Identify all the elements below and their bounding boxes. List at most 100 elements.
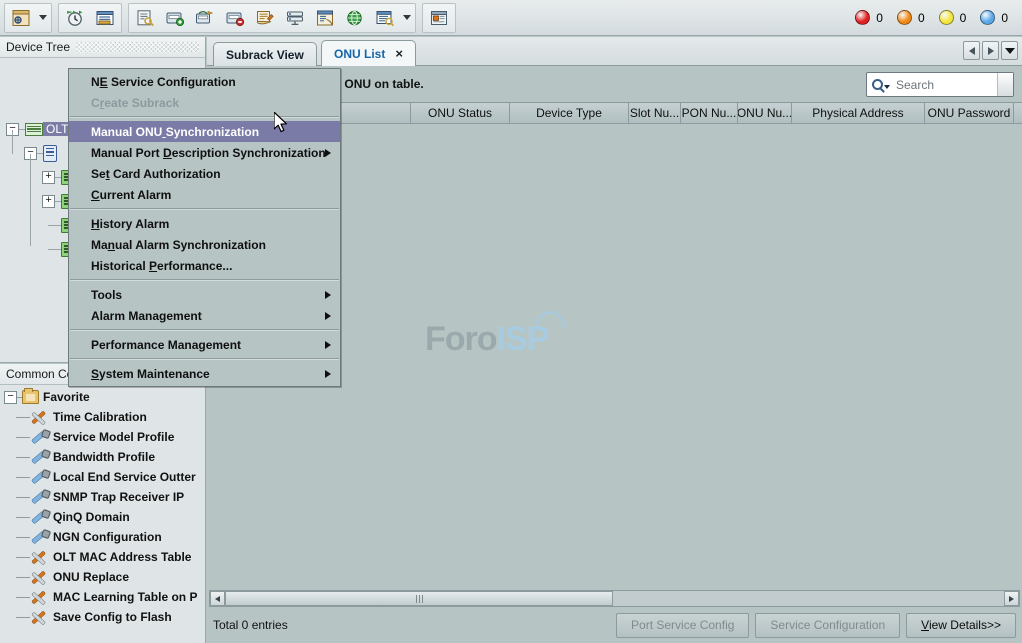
time-calibration-icon[interactable] [61, 5, 89, 31]
wrench-icon [32, 490, 49, 505]
horizontal-scrollbar[interactable] [209, 590, 1020, 607]
report-icon[interactable] [371, 5, 399, 31]
menu-item-system-maintenance[interactable]: System Maintenance [69, 363, 340, 384]
menu-item-manual-onu-synchronization[interactable]: Manual ONU Synchronization [69, 121, 340, 142]
column-header-slot-nu[interactable]: Slot Nu... [629, 102, 681, 124]
tab-list-dropdown-button[interactable] [1001, 41, 1018, 60]
warning-alarm-indicator-dot-icon [980, 10, 995, 25]
network-globe-icon[interactable] [341, 5, 369, 31]
tab-close-icon[interactable]: × [395, 47, 403, 60]
menu-item-set-card-authorization[interactable]: Set Card Authorization [69, 163, 340, 184]
main-toolbar: 0000 [0, 0, 1022, 36]
toolbar-dropdown-arrow-icon[interactable] [400, 5, 414, 31]
menu-item-label: Tools [91, 288, 122, 302]
command-item[interactable]: Save Config to Flash [0, 607, 205, 627]
major-alarm-indicator[interactable]: 0 [897, 10, 925, 25]
minor-alarm-indicator[interactable]: 0 [939, 10, 967, 25]
alarm-summary: 0000 [841, 10, 1022, 25]
menu-item-ne-service-configuration[interactable]: NE Service Configuration [69, 71, 340, 92]
tools-icon [32, 590, 49, 605]
column-header-physical-address[interactable]: Physical Address [792, 102, 925, 124]
server-icon[interactable] [281, 5, 309, 31]
tab-onu-list[interactable]: ONU List × [321, 40, 416, 66]
column-header-blank-8[interactable] [1014, 102, 1022, 124]
discover-device-icon[interactable] [191, 5, 219, 31]
tree-node-olt[interactable]: − OLT [6, 120, 71, 138]
tree-expander-card-1[interactable]: + [42, 171, 55, 184]
favorite-expander[interactable]: − [4, 391, 17, 404]
command-item[interactable]: QinQ Domain [0, 507, 205, 527]
toolbar-dropdown-arrow-icon[interactable] [36, 5, 50, 31]
command-item-label: NGN Configuration [53, 530, 162, 544]
panel-drag-grip[interactable] [76, 42, 199, 53]
command-item[interactable]: Time Calibration [0, 407, 205, 427]
menu-item-label: History Alarm [91, 217, 169, 231]
column-header-label: Slot Nu... [630, 106, 679, 120]
command-item[interactable]: SNMP Trap Receiver IP [0, 487, 205, 507]
command-item[interactable]: ONU Replace [0, 567, 205, 587]
warning-alarm-indicator[interactable]: 0 [980, 10, 1008, 25]
database-icon[interactable] [311, 5, 339, 31]
device-config-icon[interactable] [251, 5, 279, 31]
folder-icon [22, 390, 39, 404]
wrench-icon [32, 510, 49, 525]
tree-node-subrack[interactable]: − [24, 144, 57, 162]
column-header-label: Physical Address [812, 106, 903, 120]
authorization-icon[interactable] [131, 5, 159, 31]
command-item-label: OLT MAC Address Table [53, 550, 191, 564]
scrollbar-track[interactable] [225, 591, 1004, 606]
command-item[interactable]: MAC Learning Table on P [0, 587, 205, 607]
scroll-right-button[interactable] [1004, 591, 1019, 606]
device-tree-header: Device Tree [0, 37, 205, 58]
menu-separator [70, 279, 339, 281]
menu-item-current-alarm[interactable]: Current Alarm [69, 184, 340, 205]
column-header-pon-nu[interactable]: PON Nu... [681, 102, 738, 124]
tree-expander-card-2[interactable]: + [42, 195, 55, 208]
command-item-label: MAC Learning Table on P [53, 590, 197, 604]
window-icon[interactable] [425, 5, 453, 31]
search-options-chevron-icon[interactable] [884, 85, 890, 89]
critical-alarm-indicator-count: 0 [876, 11, 883, 25]
button-view-details[interactable]: View Details>> [906, 613, 1016, 638]
warning-alarm-indicator-count: 0 [1001, 11, 1008, 25]
menu-item-manual-alarm-synchronization[interactable]: Manual Alarm Synchronization [69, 234, 340, 255]
menu-item-tools[interactable]: Tools [69, 284, 340, 305]
favorite-folder-row[interactable]: − Favorite [0, 387, 205, 407]
column-header-onu-status[interactable]: ONU Status [411, 102, 510, 124]
column-header-device-type[interactable]: Device Type [510, 102, 629, 124]
add-device-icon[interactable] [161, 5, 189, 31]
menu-item-manual-port-description-synchronization[interactable]: Manual Port Description Synchronization [69, 142, 340, 163]
subrack-icon [43, 145, 57, 162]
menu-item-history-alarm[interactable]: History Alarm [69, 213, 340, 234]
common-command-body: − Favorite Time CalibrationService Model… [0, 385, 205, 643]
scrollbar-thumb[interactable] [225, 591, 613, 606]
command-item-label: ONU Replace [53, 570, 129, 584]
button-label: Port Service Config [631, 618, 734, 632]
tab-subrack-view[interactable]: Subrack View [213, 42, 317, 66]
device-list-icon[interactable] [91, 5, 119, 31]
command-item[interactable]: Bandwidth Profile [0, 447, 205, 467]
command-item[interactable]: OLT MAC Address Table [0, 547, 205, 567]
tab-scroll-right-button[interactable] [982, 41, 999, 60]
command-item[interactable]: Local End Service Outter [0, 467, 205, 487]
search-submit-button[interactable] [997, 73, 1013, 96]
column-header-onu-password[interactable]: ONU Password [925, 102, 1014, 124]
toolbar-group-1 [4, 3, 52, 33]
column-header-label: ONU Status [428, 106, 492, 120]
column-header-onu-nu[interactable]: ONU Nu... [738, 102, 792, 124]
menu-item-alarm-management[interactable]: Alarm Management [69, 305, 340, 326]
remove-device-icon[interactable] [221, 5, 249, 31]
toolbar-group-4 [422, 3, 456, 33]
tab-scroll-left-button[interactable] [963, 41, 980, 60]
search-box[interactable]: Search [866, 72, 1014, 97]
tab-label: ONU List [334, 47, 385, 61]
menu-item-historical-performance[interactable]: Historical Performance... [69, 255, 340, 276]
topology-view-icon[interactable] [7, 5, 35, 31]
column-header-label: PON Nu... [682, 106, 737, 120]
command-item[interactable]: Service Model Profile [0, 427, 205, 447]
scroll-left-button[interactable] [210, 591, 225, 606]
command-item[interactable]: NGN Configuration [0, 527, 205, 547]
menu-item-performance-management[interactable]: Performance Management [69, 334, 340, 355]
menu-item-label: Manual ONU Synchronization [91, 125, 259, 139]
critical-alarm-indicator[interactable]: 0 [855, 10, 883, 25]
